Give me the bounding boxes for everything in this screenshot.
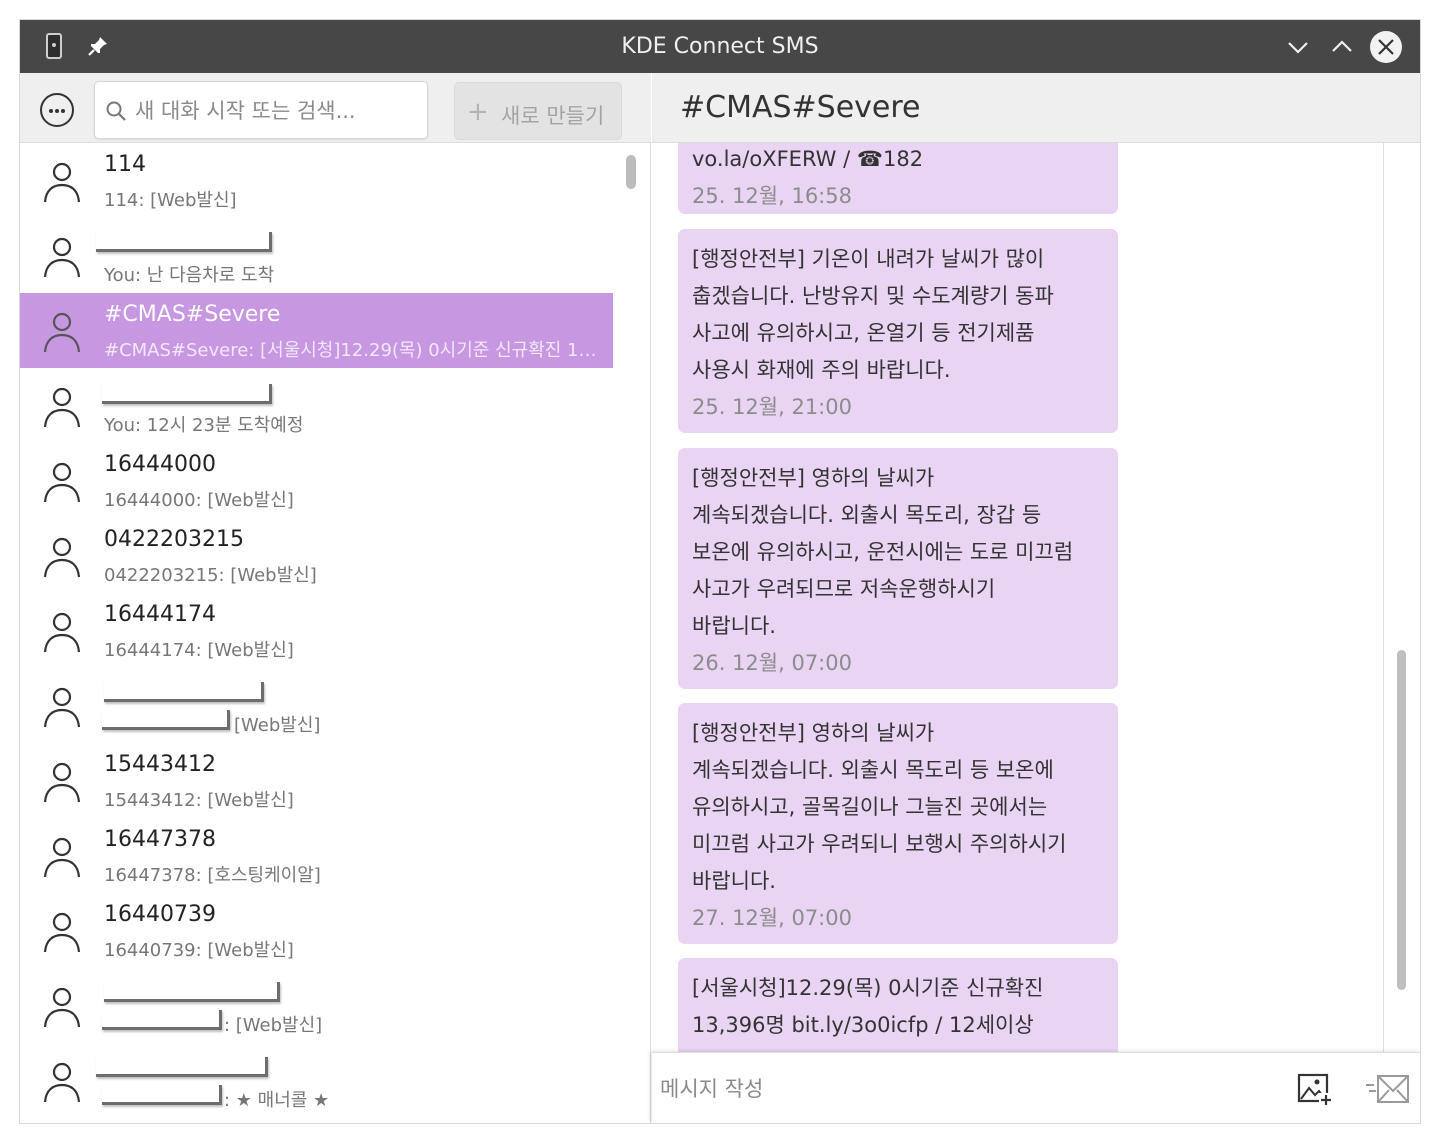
message-time: 25. 12월, 16:58 [692, 184, 852, 208]
message-input[interactable] [660, 1069, 1260, 1109]
redacted-name [96, 1057, 268, 1077]
conversation-preview: 16444174: [Web발신] [104, 640, 294, 661]
maximize-button[interactable] [1326, 31, 1358, 63]
person-icon [43, 912, 81, 953]
person-icon [43, 162, 81, 203]
message-time: 26. 12월, 07:00 [692, 651, 852, 675]
redacted-name [104, 982, 280, 1002]
message-time: 25. 12월, 21:00 [692, 395, 852, 419]
person-icon [43, 237, 81, 278]
conversation-item[interactable]: 16444000 16444000: [Web발신] [20, 443, 613, 518]
message-bubble[interactable]: [행정안전부] 영하의 날씨가 계속되겠습니다. 외출시 목도리, 장갑 등 보… [678, 448, 1118, 689]
conversation-name: 16447378 [104, 827, 216, 852]
conversation-preview: : [Web발신] [224, 1015, 323, 1036]
conversation-item[interactable]: You: 난 다음차로 도착 [20, 218, 613, 293]
conversation-item[interactable]: [Web발신] [20, 668, 613, 743]
person-icon [43, 837, 81, 878]
conversation-list-scrollbar[interactable] [613, 143, 651, 1123]
person-icon [43, 987, 81, 1028]
conversation-item[interactable]: 114 114: [Web발신] [20, 143, 613, 218]
conversation-preview: 114: [Web발신] [104, 190, 237, 211]
conversation-item[interactable]: You: 12시 23분 도착예정 [20, 368, 613, 443]
conversation-item[interactable]: : ★ 매너콜 ★ [20, 1043, 613, 1118]
new-button-label: 새로 만들기 [501, 104, 605, 128]
app-window: KDE Connect SMS + 새로 만들기 [20, 20, 1420, 1123]
conversation-preview: 16444000: [Web발신] [104, 490, 294, 511]
conversation-name: 15443412 [104, 752, 216, 777]
conversation-name: #CMAS#Severe [104, 302, 281, 327]
conversation-header: #CMAS#Severe [652, 73, 1420, 143]
conversation-preview: #CMAS#Severe: [서울시청]12.29(목) 0시기준 신규확진 1… [104, 340, 604, 361]
conversation-preview: 15443412: [Web발신] [104, 790, 294, 811]
redacted-name [104, 682, 264, 702]
message-bubble[interactable]: [행정안전부] 영하의 날씨가 계속되겠습니다. 외출시 목도리 등 보온에 유… [678, 703, 1118, 944]
message-bubble[interactable]: vo.la/oXFERW / ☎182 25. 12월, 16:58 [678, 143, 1118, 214]
redacted-preview [102, 710, 230, 730]
conversation-preview: 16447378: [호스팅케이알] [104, 865, 321, 886]
message-bubble[interactable]: [행정안전부] 기온이 내려가 날씨가 많이 춥겠습니다. 난방유지 및 수도계… [678, 229, 1118, 433]
person-icon [43, 612, 81, 653]
add-image-icon[interactable] [1297, 1071, 1333, 1107]
redacted-preview [102, 1085, 222, 1105]
person-icon [43, 387, 81, 428]
message-text: [행정안전부] 영하의 날씨가 계속되겠습니다. 외출시 목도리 등 보온에 유… [692, 721, 1067, 893]
conversation-preview: 16440739: [Web발신] [104, 940, 294, 961]
window-title: KDE Connect SMS [621, 34, 819, 59]
message-list-scrollbar[interactable] [1397, 650, 1406, 990]
conversation-item[interactable]: 16444174 16444174: [Web발신] [20, 593, 613, 668]
conversation-name: 16444174 [104, 602, 216, 627]
plus-icon: + [467, 97, 489, 127]
new-conversation-button[interactable]: + 새로 만들기 [454, 82, 622, 140]
conversation-item-selected[interactable]: #CMAS#Severe #CMAS#Severe: [서울시청]12.29(목… [20, 293, 613, 368]
ellipsis-circle-icon[interactable] [40, 93, 74, 127]
message-text: [행정안전부] 기온이 내려가 날씨가 많이 춥겠습니다. 난방유지 및 수도계… [692, 247, 1054, 382]
conversation-item[interactable]: : [Web발신] [20, 968, 613, 1043]
message-area-divider [1383, 143, 1384, 1052]
conversation-item[interactable]: 0422203215 0422203215: [Web발신] [20, 518, 613, 593]
search-icon [106, 101, 126, 121]
person-icon [43, 537, 81, 578]
person-icon [43, 687, 81, 728]
redacted-name [96, 232, 272, 252]
scrollbar-thumb[interactable] [626, 155, 636, 189]
person-icon [43, 312, 81, 353]
conversation-title: #CMAS#Severe [680, 90, 921, 125]
redacted-preview [102, 1010, 222, 1030]
title-bar[interactable]: KDE Connect SMS [20, 20, 1420, 73]
close-button[interactable] [1370, 31, 1402, 63]
message-time: 27. 12월, 07:00 [692, 906, 852, 930]
conversation-preview: : ★ 매너콜 ★ [224, 1090, 330, 1111]
conversation-name: 16444000 [104, 452, 216, 477]
minimize-button[interactable] [1282, 31, 1314, 63]
message-bubble[interactable]: [서울시청]12.29(목) 0시기준 신규확진 13,396명 bit.ly/… [678, 958, 1118, 1052]
person-icon [43, 762, 81, 803]
conversation-preview: 0422203215: [Web발신] [104, 565, 317, 586]
conversation-preview: You: 12시 23분 도착예정 [104, 415, 304, 436]
conversation-preview: [Web발신] [234, 715, 321, 736]
redacted-name [102, 384, 272, 404]
message-list[interactable]: vo.la/oXFERW / ☎182 25. 12월, 16:58 [행정안전… [652, 143, 1385, 1052]
conversation-name: 114 [104, 152, 146, 177]
search-box[interactable] [94, 81, 428, 139]
conversation-preview: You: 난 다음차로 도착 [104, 265, 275, 286]
conversation-list[interactable]: 114 114: [Web발신] You: 난 다음차로 도착 #CMAS#Se… [20, 143, 613, 1123]
search-input[interactable] [135, 92, 419, 130]
compose-bar [652, 1052, 1420, 1123]
conversation-name: 16440739 [104, 902, 216, 927]
message-text: vo.la/oXFERW / ☎182 [692, 147, 924, 171]
person-icon [43, 1062, 81, 1103]
person-icon [43, 462, 81, 503]
message-text: [서울시청]12.29(목) 0시기준 신규확진 13,396명 bit.ly/… [692, 976, 1044, 1037]
conversation-item[interactable]: 15443412 15443412: [Web발신] [20, 743, 613, 818]
conversation-list-toolbar: + 새로 만들기 [20, 73, 651, 143]
conversation-item[interactable]: 16447378 16447378: [호스팅케이알] [20, 818, 613, 893]
conversation-name: 0422203215 [104, 527, 244, 552]
send-icon[interactable] [1364, 1071, 1410, 1107]
message-text: [행정안전부] 영하의 날씨가 계속되겠습니다. 외출시 목도리, 장갑 등 보… [692, 466, 1074, 638]
conversation-item[interactable]: 16440739 16440739: [Web발신] [20, 893, 613, 968]
